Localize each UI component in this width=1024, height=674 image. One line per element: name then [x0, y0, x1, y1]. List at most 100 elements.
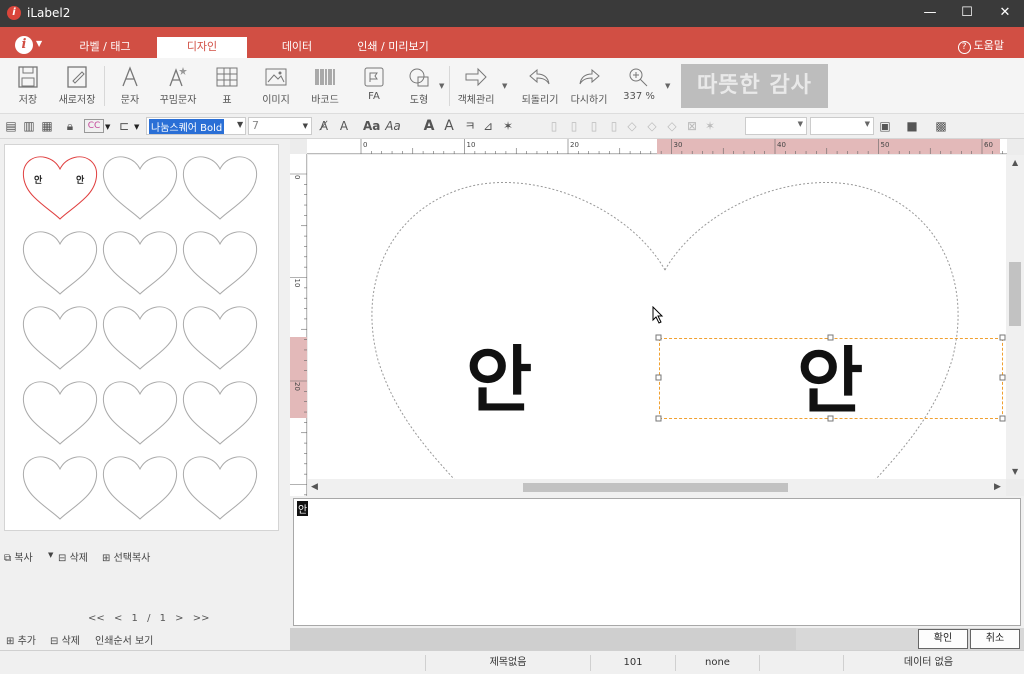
text-magic-icon[interactable]: ✶: [500, 118, 516, 134]
color-code-icon[interactable]: CC: [84, 119, 104, 133]
label-thumbnail[interactable]: [180, 303, 260, 371]
table-button[interactable]: 표: [213, 66, 241, 106]
fill-color-icon[interactable]: ■: [904, 118, 920, 134]
lock-icon[interactable]: 🔒︎: [62, 118, 78, 134]
line-style-select[interactable]: ▼: [745, 117, 807, 135]
redo-button[interactable]: 다시하기: [568, 66, 610, 106]
align-center-icon[interactable]: ▯: [566, 118, 582, 134]
font-size-select[interactable]: 7 ▼: [248, 117, 312, 135]
font-dropdown-icon[interactable]: ▼: [237, 120, 243, 129]
deco-text-button[interactable]: 꾸밈문자: [156, 66, 200, 106]
app-menu-logo-icon[interactable]: i: [15, 36, 33, 54]
scroll-left-icon[interactable]: ◀: [311, 482, 318, 492]
horizontal-scrollbar[interactable]: ◀ ▶: [308, 479, 1006, 496]
chevron-down-icon[interactable]: ▼: [36, 39, 42, 48]
clipboard-icon[interactable]: ▦: [39, 118, 55, 134]
copy-button[interactable]: ⧉ 복사: [4, 549, 33, 564]
close-button[interactable]: ✕: [986, 0, 1024, 27]
object-mgmt-button[interactable]: 객체관리: [455, 66, 497, 106]
design-canvas[interactable]: 안 안: [308, 155, 1006, 479]
label-thumbnail[interactable]: [180, 228, 260, 296]
text-fit-icon[interactable]: A̸: [316, 118, 332, 134]
save-button[interactable]: 저장: [12, 66, 44, 106]
delete-page-button[interactable]: ⊟ 삭제: [50, 632, 80, 647]
add-label-button[interactable]: ⊞ 추가: [6, 632, 36, 647]
cancel-button[interactable]: 취소: [970, 629, 1020, 649]
label-thumbnail[interactable]: [100, 378, 180, 446]
fa-button[interactable]: FA: [361, 66, 387, 102]
last-page-button[interactable]: >>: [193, 613, 210, 624]
vertical-text-icon[interactable]: ㅋ: [462, 118, 478, 134]
print-order-button[interactable]: 인쇄순서 보기: [95, 632, 153, 647]
label-thumbnail[interactable]: [100, 453, 180, 521]
transparency-icon[interactable]: ▩: [933, 118, 949, 134]
align-icon[interactable]: ⊏: [116, 118, 132, 134]
text-editor[interactable]: 안: [293, 498, 1021, 626]
label-thumbnail[interactable]: [20, 453, 100, 521]
align-top-icon[interactable]: ▯: [606, 118, 622, 134]
label-thumbnail[interactable]: [180, 453, 260, 521]
zoom-dropdown-icon[interactable]: ▼: [665, 82, 670, 90]
keyboard-icon[interactable]: ▤: [3, 118, 19, 134]
text-button[interactable]: 문자: [116, 66, 144, 106]
zoom-button[interactable]: 337 %: [620, 66, 658, 102]
label-thumbnail[interactable]: [20, 378, 100, 446]
font-italic-icon[interactable]: Aa: [385, 118, 401, 134]
line-color-icon[interactable]: ▣: [877, 118, 893, 134]
undo-button[interactable]: 되돌리기: [519, 66, 561, 106]
scroll-down-icon[interactable]: ▼: [1012, 467, 1018, 476]
rotate-text-icon[interactable]: ⊿: [480, 118, 496, 134]
tab-label-tag[interactable]: 라벨 / 태그: [66, 37, 144, 58]
label-thumbnail[interactable]: 안안: [20, 153, 100, 221]
copy-dropdown-icon[interactable]: ▼: [48, 551, 53, 559]
horizontal-scroll-thumb[interactable]: [523, 483, 788, 492]
label-thumbnail[interactable]: [20, 228, 100, 296]
bold-icon[interactable]: A: [421, 118, 437, 134]
label-thumbnail[interactable]: [100, 303, 180, 371]
tab-data[interactable]: 데이터: [266, 37, 328, 58]
align-bottom-icon[interactable]: ◇: [644, 118, 660, 134]
delete-label-button[interactable]: ⊟ 삭제: [58, 549, 88, 564]
shape-button[interactable]: 도형: [403, 66, 435, 106]
page-icon[interactable]: ▥: [21, 118, 37, 134]
first-page-button[interactable]: <<: [88, 613, 105, 624]
ok-button[interactable]: 확인: [918, 629, 968, 649]
next-page-button[interactable]: >: [175, 613, 183, 624]
effect-icon[interactable]: ✶: [702, 118, 718, 134]
select-copy-button[interactable]: ⊞ 선택복사: [102, 549, 150, 564]
prev-page-button[interactable]: <: [114, 613, 122, 624]
label-thumbnail[interactable]: [100, 153, 180, 221]
align-right-icon[interactable]: ▯: [586, 118, 602, 134]
maximize-button[interactable]: ☐: [948, 0, 986, 27]
label-thumbnail[interactable]: [180, 153, 260, 221]
object-mgmt-dropdown-icon[interactable]: ▼: [502, 82, 507, 90]
line-width-select[interactable]: ▼: [810, 117, 874, 135]
font-case-icon[interactable]: Aa: [363, 118, 380, 134]
align-left-icon[interactable]: ▯: [546, 118, 562, 134]
editor-content[interactable]: 안: [297, 501, 309, 516]
vertical-scroll-thumb[interactable]: [1009, 262, 1021, 326]
text-effect-icon[interactable]: A: [336, 118, 352, 134]
vertical-scrollbar[interactable]: ▲ ▼: [1006, 155, 1024, 479]
font-select[interactable]: 나눔스퀘어 Bold: [146, 117, 246, 135]
minimize-button[interactable]: —: [911, 0, 949, 27]
banner-ad[interactable]: 따뜻한 감사: [681, 64, 828, 108]
align-middle-icon[interactable]: ◇: [624, 118, 640, 134]
outline-icon[interactable]: A: [441, 118, 457, 134]
distribute-icon[interactable]: ◇: [664, 118, 680, 134]
barcode-button[interactable]: 바코드: [306, 66, 344, 106]
chevron-down-icon[interactable]: ▼: [134, 123, 139, 131]
tab-design[interactable]: 디자인: [157, 37, 247, 58]
label-thumbnail[interactable]: [180, 378, 260, 446]
help-button[interactable]: ? 도움말: [957, 37, 1004, 54]
scroll-up-icon[interactable]: ▲: [1012, 158, 1018, 167]
label-thumbnail[interactable]: [100, 228, 180, 296]
group-icon[interactable]: ⊠: [684, 118, 700, 134]
chevron-down-icon[interactable]: ▼: [105, 123, 110, 131]
save-as-button[interactable]: 새로저장: [56, 66, 98, 106]
tab-print-preview[interactable]: 인쇄 / 미리보기: [348, 37, 438, 58]
scroll-right-icon[interactable]: ▶: [994, 482, 1001, 492]
label-thumbnail[interactable]: [20, 303, 100, 371]
image-button[interactable]: 이미지: [257, 66, 295, 106]
shape-dropdown-icon[interactable]: ▼: [439, 82, 444, 90]
